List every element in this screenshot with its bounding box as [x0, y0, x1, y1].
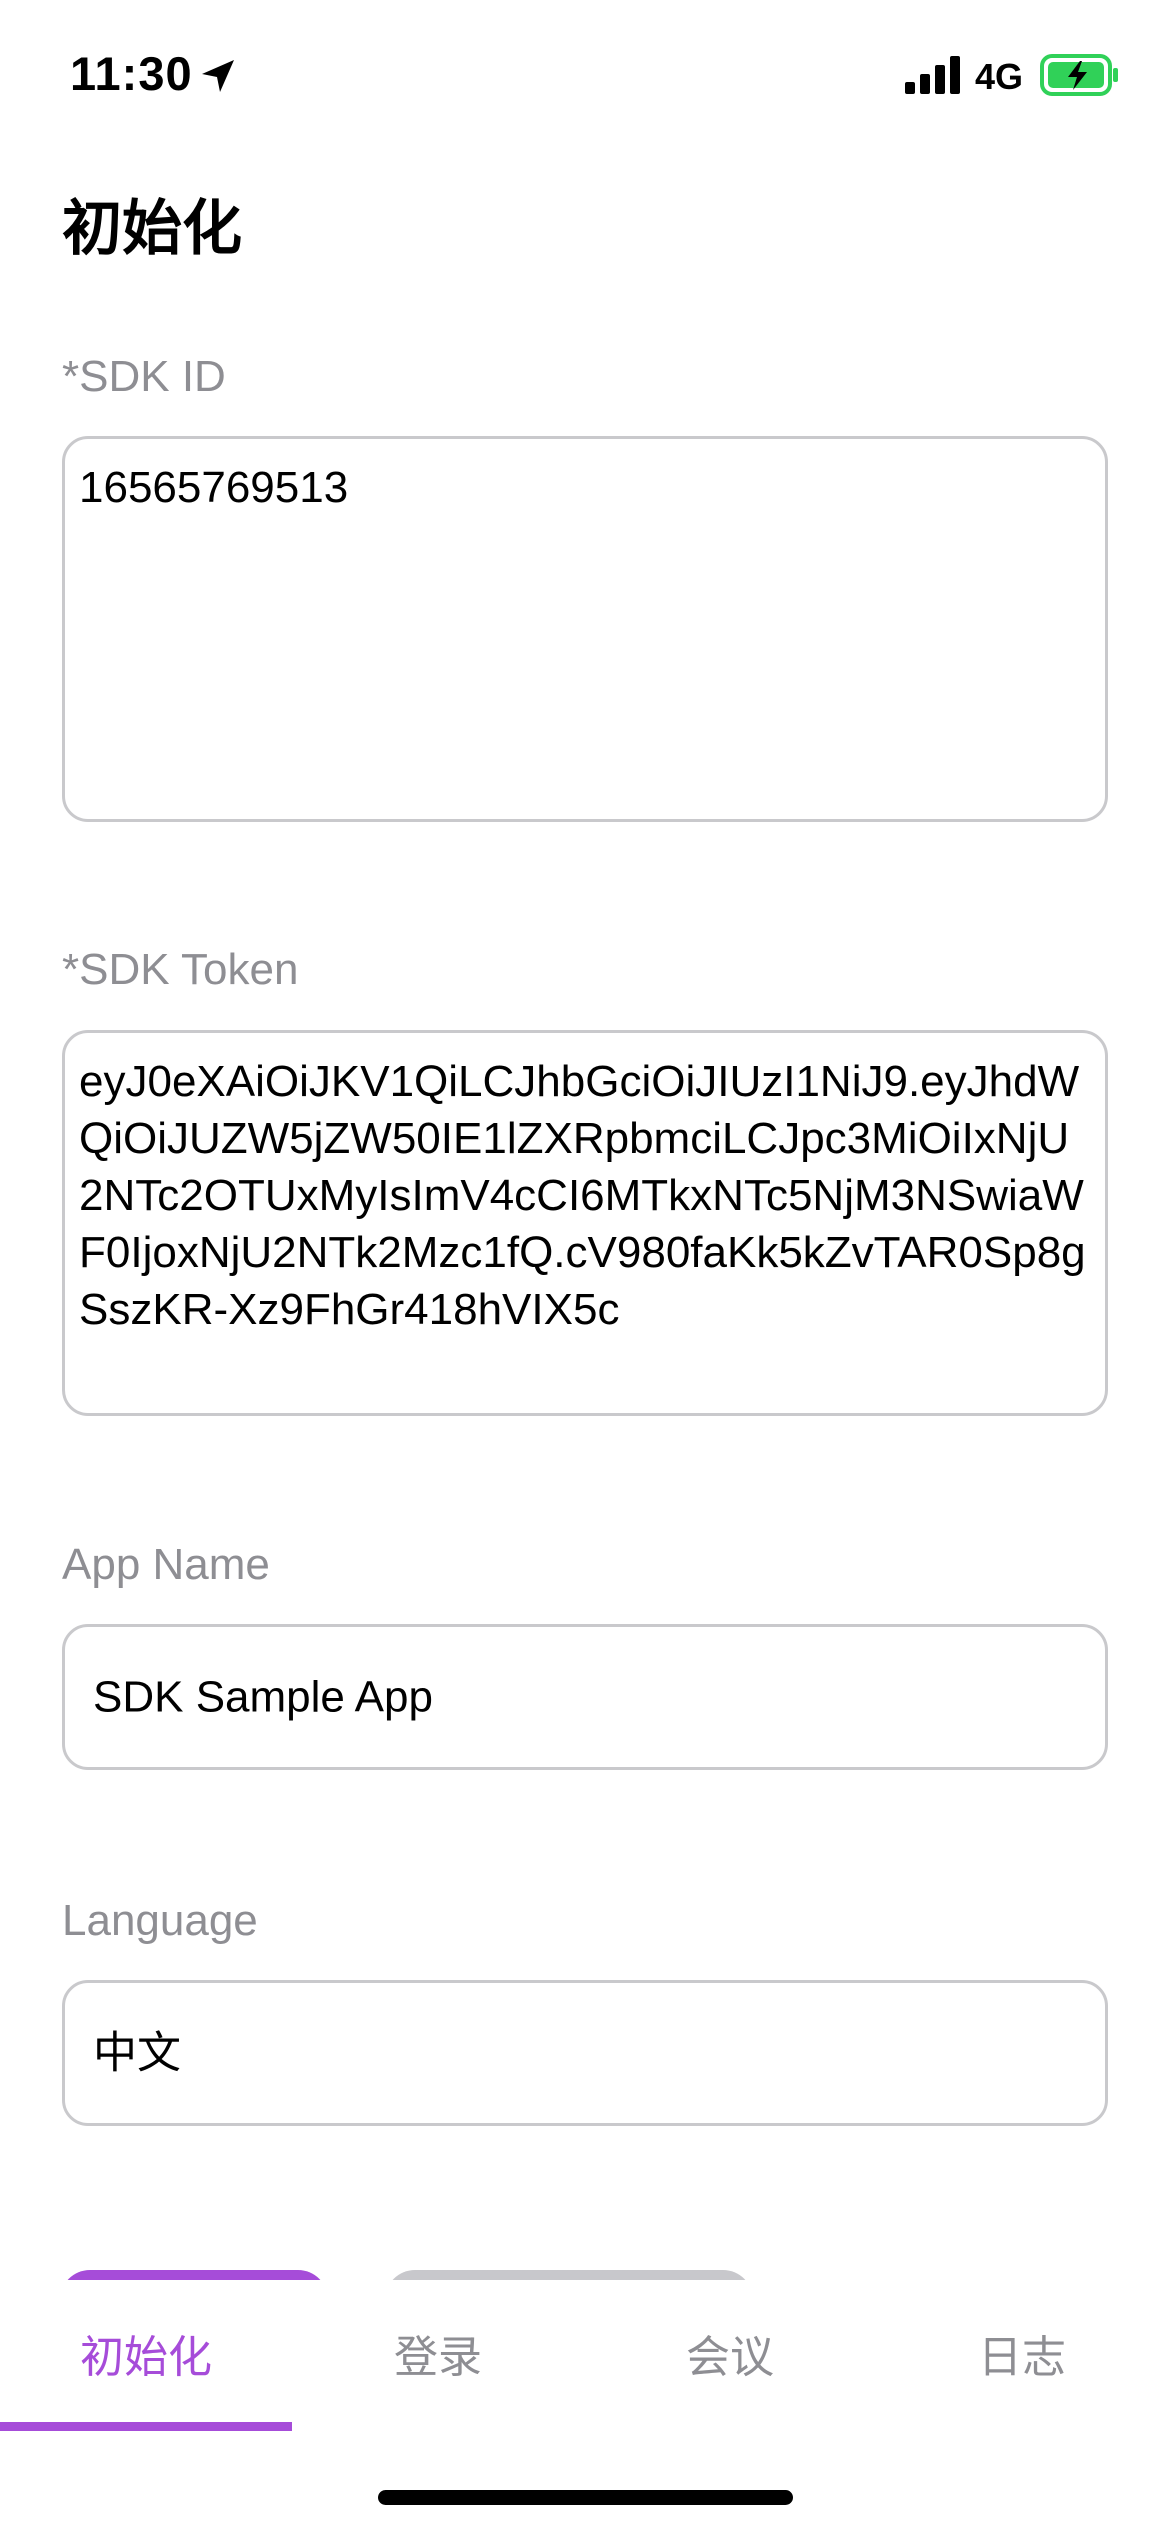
sdk-token-label: *SDK Token: [62, 945, 299, 994]
active-tab-indicator: [0, 2422, 292, 2431]
battery-charging-icon: [1040, 54, 1118, 96]
page-title: 初始化: [62, 194, 242, 264]
sdk-token-field[interactable]: eyJ0eXAiOiJKV1QiLCJhbGciOiJIUzI1NiJ9.eyJ…: [62, 1030, 1108, 1416]
status-bar: 11:30 4G: [0, 0, 1170, 150]
app-name-field[interactable]: SDK Sample App: [62, 1624, 1108, 1770]
tab-meeting[interactable]: 会议: [584, 2280, 876, 2426]
tab-initialize[interactable]: 初始化: [0, 2280, 292, 2426]
signal-bars-icon: [905, 56, 960, 94]
sdk-id-label: *SDK ID: [62, 352, 226, 401]
app-name-label: App Name: [62, 1540, 270, 1589]
sdk-id-field[interactable]: 16565769513: [62, 436, 1108, 822]
sdk-token-value: eyJ0eXAiOiJKV1QiLCJhbGciOiJIUzI1NiJ9.eyJ…: [79, 1057, 1086, 1334]
tab-log[interactable]: 日志: [876, 2280, 1168, 2426]
language-field[interactable]: 中文: [62, 1980, 1108, 2126]
language-value: 中文: [93, 2027, 181, 2079]
network-type-label: 4G: [975, 56, 1024, 97]
language-label: Language: [62, 1896, 258, 1945]
sdk-id-value: 16565769513: [79, 463, 349, 512]
location-arrow-icon: [202, 60, 234, 92]
status-time: 11:30: [70, 47, 193, 100]
tab-login[interactable]: 登录: [292, 2280, 584, 2426]
home-indicator: [378, 2490, 793, 2505]
app-name-value: SDK Sample App: [93, 1672, 433, 1722]
